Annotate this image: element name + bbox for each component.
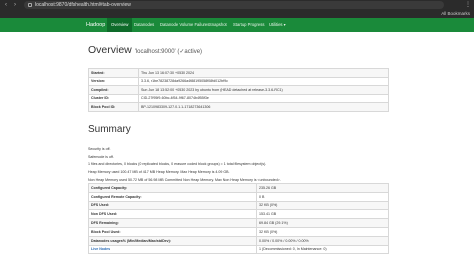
tab-datanodes[interactable]: Datanodes <box>130 18 158 32</box>
row-label: Configured Capacity: <box>88 183 257 193</box>
bookmarks-bar: All Bookmarks <box>0 10 474 18</box>
table-row: DFS Remaining: 69.84 GB (29.1%) <box>88 218 389 228</box>
table-row: Block Pool Used: 32 KB (0%) <box>88 226 389 237</box>
row-label: Configured Remote Capacity: <box>88 191 257 202</box>
row-value: 0.00% / 0.00% / 0.00% / 0.00% <box>256 235 389 246</box>
row-value: CID-27f95f9-60bc-4f54-9f67-8074b4f55f3e <box>138 93 389 103</box>
hadoop-brand[interactable]: Hadoop <box>86 18 105 32</box>
row-label: Non DFS Used: <box>88 209 257 220</box>
row-value: BP-1210983309-127.0.1.1-1718273641306 <box>138 102 389 112</box>
row-label: DFS Used: <box>88 200 257 211</box>
browser-menu-icon[interactable]: ⋮ <box>465 1 471 9</box>
table-row: Started: Thu Jun 13 16:07:30 +0530 2024 <box>88 68 389 78</box>
table-row: Live Nodes 1 (Decommissioned: 0, In Main… <box>88 244 389 255</box>
table-row: Block Pool ID: BP-1210983309-127.0.1.1-1… <box>88 102 389 112</box>
row-value: 153.41 GB <box>256 209 389 220</box>
overview-title: Overview <box>88 44 132 56</box>
table-row: Compiled: Sun Jun 18 13:52:00 +0530 2023… <box>88 85 389 95</box>
table-row: Non DFS Used: 153.41 GB <box>88 209 389 220</box>
row-value: 3.3.6, r1be78238728da9266a4f88195058f08f… <box>138 76 389 86</box>
non-heap-memory: Non Heap Memory used 50.72 MB of 56.98 M… <box>88 178 281 182</box>
row-value: 0 B <box>256 191 389 202</box>
row-value: Sun Jun 18 13:52:00 +0530 2023 by ubuntu… <box>138 85 389 95</box>
tab-overview[interactable]: Overview <box>107 18 133 32</box>
tab-snapshot[interactable]: Snapshot <box>205 18 231 32</box>
row-label: Compiled: <box>88 85 139 95</box>
row-value: 235.26 GB <box>256 183 389 193</box>
hadoop-navbar: Hadoop Overview Datanodes Datanode Volum… <box>0 18 474 32</box>
overview-table: Started: Thu Jun 13 16:07:30 +0530 2024 … <box>88 68 389 112</box>
address-bar[interactable]: localhost:9870/dfshealth.html#tab-overvi… <box>24 1 444 9</box>
table-row: Configured Capacity: 235.26 GB <box>88 183 389 193</box>
summary-title: Summary <box>88 124 131 135</box>
table-row: Configured Remote Capacity: 0 B <box>88 191 389 202</box>
table-row: Version: 3.3.6, r1be78238728da9266a4f881… <box>88 76 389 86</box>
namenode-status: 'localhost:9000' (✓active) <box>134 49 203 55</box>
tab-utilities[interactable]: Utilities ▾ <box>265 18 290 32</box>
site-info-icon[interactable] <box>28 3 32 7</box>
forward-icon[interactable]: › <box>12 2 18 8</box>
row-value: 1 (Decommissioned: 0, In Maintenance: 0) <box>256 244 389 255</box>
live-nodes-link[interactable]: Live Nodes <box>88 244 257 255</box>
filesystem-objects: 1 files and directories, 0 blocks (0 rep… <box>88 162 267 166</box>
row-label: Version: <box>88 76 139 86</box>
safemode-status: Safemode is off. <box>88 155 114 159</box>
table-row: DFS Used: 32 KB (0%) <box>88 200 389 211</box>
row-label: Started: <box>88 68 139 78</box>
row-label: Block Pool Used: <box>88 226 257 237</box>
row-label: Cluster ID: <box>88 93 139 103</box>
table-row: Datanodes usages% (Min/Median/Max/stdDev… <box>88 235 389 246</box>
tab-startup-progress[interactable]: Startup Progress <box>229 18 268 32</box>
row-value: 69.84 GB (29.1%) <box>256 218 389 228</box>
all-bookmarks-button[interactable]: All Bookmarks <box>441 11 470 16</box>
table-row: Cluster ID: CID-27f95f9-60bc-4f54-9f67-8… <box>88 93 389 103</box>
row-label: Datanodes usages% (Min/Median/Max/stdDev… <box>88 235 257 246</box>
row-value: 32 KB (0%) <box>256 226 389 237</box>
row-label: Block Pool ID: <box>88 102 139 112</box>
back-icon[interactable]: ‹ <box>3 2 9 8</box>
row-label: DFS Remaining: <box>88 218 257 228</box>
row-value: Thu Jun 13 16:07:30 +0530 2024 <box>138 68 389 78</box>
page-title: Overview 'localhost:9000' (✓active) <box>88 44 202 56</box>
summary-table: Configured Capacity: 235.26 GB Configure… <box>88 183 389 255</box>
row-value: 32 KB (0%) <box>256 200 389 211</box>
heap-memory: Heap Memory used 100.47 MB of 417 MB Hea… <box>88 170 230 174</box>
browser-toolbar: ‹ › localhost:9870/dfshealth.html#tab-ov… <box>0 0 474 10</box>
security-status: Security is off. <box>88 147 111 151</box>
url-text: localhost:9870/dfshealth.html#tab-overvi… <box>35 2 131 8</box>
